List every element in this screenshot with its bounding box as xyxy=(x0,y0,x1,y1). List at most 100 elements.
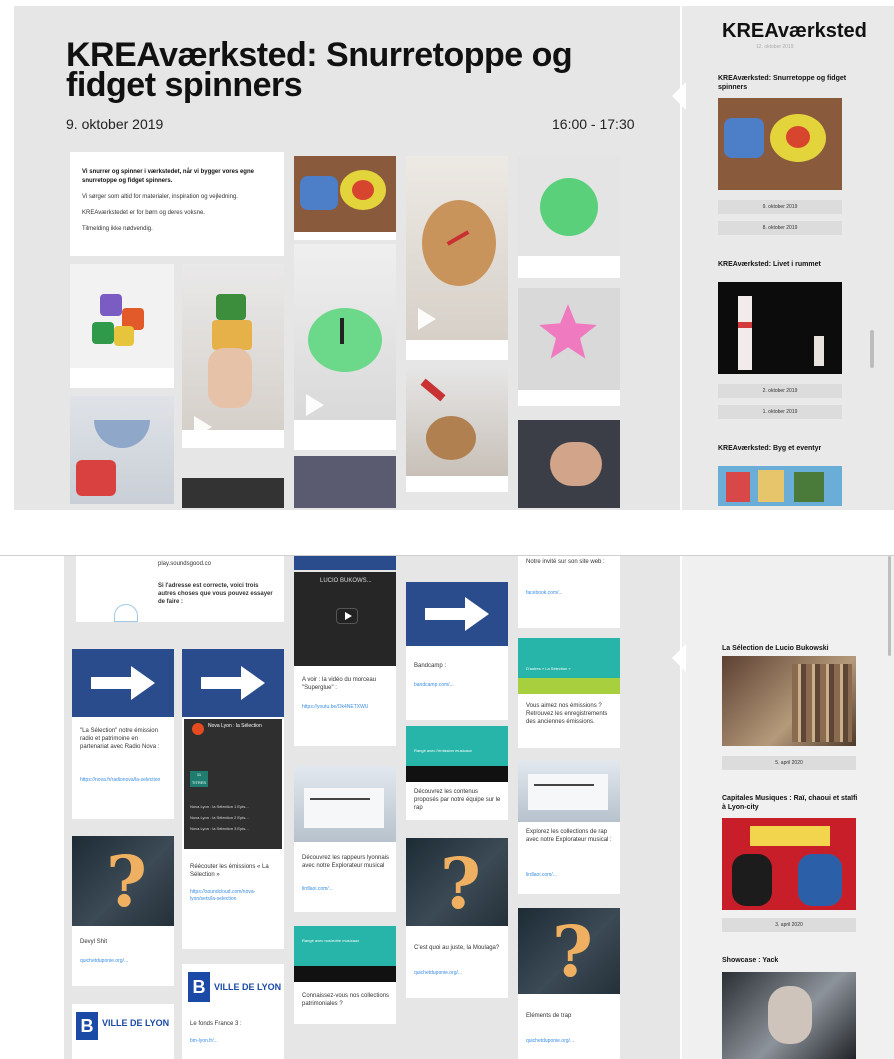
explore-card[interactable]: Explorez les collections de rap avec not… xyxy=(518,760,620,894)
card-link[interactable]: https://nova.fr/radionova/la-selection xyxy=(80,777,168,784)
player-title: Nova Lyon : la Sélection xyxy=(208,723,262,729)
card-link[interactable]: quichetduponie.org/... xyxy=(80,958,168,965)
video-card[interactable]: LUCIO BUKOWS... A voir : la vidéo du mor… xyxy=(294,572,396,746)
link-card[interactable]: ? Eléments de trap quichetduponie.org/..… xyxy=(518,908,620,1059)
card-link[interactable]: facebook.com/... xyxy=(526,590,614,597)
sidebar-date-button[interactable]: 9. oktober 2019 xyxy=(718,200,842,214)
photo-card[interactable] xyxy=(518,420,620,508)
spinning-top-photo xyxy=(294,156,396,232)
sidebar-item-title[interactable]: La Sélection de Lucio Bukowski xyxy=(722,644,862,653)
card-link[interactable]: https://soundcloud.com/nova-lyon/sets/la… xyxy=(190,889,278,903)
card-link[interactable]: quichetduponie.org/... xyxy=(414,970,502,977)
sidebar-item-title[interactable]: Showcase : Yack xyxy=(722,956,862,965)
sidebar-date-button[interactable]: 1. oktober 2019 xyxy=(718,405,842,419)
sidebar-date-button[interactable]: 3. april 2020 xyxy=(722,918,856,932)
sidebar-date-button[interactable]: 8. oktober 2019 xyxy=(718,221,842,235)
sidebar-item-thumbnail[interactable] xyxy=(718,282,842,374)
card-link[interactable]: bm-lyon.fr/... xyxy=(190,1038,278,1045)
card-text: Le fonds France 3 : xyxy=(190,1021,242,1027)
link-card[interactable]: Bandcamp : bandcamp.com/... xyxy=(406,582,508,720)
card-link[interactable]: lirdlaoi.com/... xyxy=(302,886,390,893)
sidebar-scrollbar[interactable] xyxy=(888,556,891,656)
arrow-right-icon xyxy=(425,597,489,631)
arrow-image xyxy=(72,649,174,717)
sidebar-brand[interactable]: KREAværksted xyxy=(722,20,867,43)
link-card[interactable]: ? C'est quoi au juste, la Moulaga? quich… xyxy=(406,838,508,998)
soundcloud-player[interactable]: Nova Lyon : la Sélection 11 TITRES Nova … xyxy=(184,719,282,849)
green-strip xyxy=(518,678,620,694)
photo-card[interactable] xyxy=(406,366,508,492)
sidebar-pointer xyxy=(672,644,686,672)
card-text: Explorez les collections de rap avec not… xyxy=(526,829,612,843)
video-card[interactable] xyxy=(294,244,396,450)
photo-card[interactable] xyxy=(518,156,620,278)
video-card[interactable] xyxy=(182,264,284,448)
youtube-video[interactable]: LUCIO BUKOWS... xyxy=(294,572,396,666)
playlist-item[interactable]: Nova Lyon : la Sélection 1 Epis... xyxy=(190,801,278,812)
sidebar-item-thumbnail[interactable] xyxy=(718,98,842,190)
video-card[interactable] xyxy=(406,156,508,360)
banner-card[interactable]: D'autres « La Sélection » Vous aimez nos… xyxy=(518,638,620,748)
banner-card[interactable]: Rangé avec nos/notre musicaux Connaissez… xyxy=(294,926,396,1024)
sidebar-item-thumbnail[interactable] xyxy=(722,972,856,1059)
photo-card[interactable] xyxy=(294,156,396,240)
play-icon[interactable] xyxy=(306,394,324,416)
explorer-screen-image xyxy=(518,760,620,822)
event-time: 16:00 - 17:30 xyxy=(552,116,635,132)
playlist-item[interactable]: Nova Lyon : la Sélection 3 Epis... xyxy=(190,823,278,834)
sidebar-item-thumbnail[interactable] xyxy=(722,656,856,746)
sidebar-item-thumbnail[interactable] xyxy=(722,818,856,910)
card-text: "La Sélection" notre émission radio et p… xyxy=(80,728,160,750)
la-selection-page: play.soundsgood.co Si l'adresse est corr… xyxy=(0,555,894,1059)
logo-text: VILLE DE LYON xyxy=(214,982,282,992)
card-text: Vous aimez nos émissions ? Retrouvez les… xyxy=(526,703,608,725)
sidebar-item-thumbnail[interactable] xyxy=(718,466,842,506)
photo-card[interactable] xyxy=(70,396,174,504)
sidebar-date-button[interactable]: 5. april 2020 xyxy=(722,756,856,770)
photo-card[interactable] xyxy=(70,264,174,388)
play-icon[interactable] xyxy=(418,308,436,330)
arrow-image[interactable] xyxy=(294,556,396,570)
page-title: KREAværksted: Snurretoppe og fidget spin… xyxy=(66,36,573,104)
photo-card[interactable] xyxy=(294,456,396,508)
sidebar-item-title[interactable]: KREAværksted: Byg et eventyr xyxy=(718,444,828,453)
sidebar-scrollbar[interactable] xyxy=(870,330,874,368)
photo-card[interactable] xyxy=(518,288,620,406)
question-mark-image: ? xyxy=(406,838,508,926)
card-link[interactable]: quichetduponie.org/... xyxy=(526,1038,614,1045)
sidebar-item-title[interactable]: KREAværksted: Snurretoppe og fidget spin… xyxy=(718,74,848,92)
sidebar-item-title[interactable]: KREAværksted: Livet i rummet xyxy=(718,260,828,269)
sidebar-date-button[interactable]: 2. oktober 2019 xyxy=(718,384,842,398)
link-card[interactable]: "La Sélection" notre émission radio et p… xyxy=(72,649,174,819)
arrow-image xyxy=(406,582,508,646)
link-card[interactable]: Notre invité sur son site web : facebook… xyxy=(518,556,620,628)
play-icon[interactable] xyxy=(192,723,204,735)
logo-text: VILLE DE LYON xyxy=(102,1018,170,1028)
playlist-item[interactable]: Nova Lyon : la Sélection 2 Epis... xyxy=(190,812,278,823)
arrow-image xyxy=(182,649,284,717)
teal-banner: Rangé avec nos/notre musicaux xyxy=(294,926,396,966)
link-card[interactable]: B VILLE DE LYON Le fonds France 3 : bm-l… xyxy=(182,964,284,1059)
banner-card[interactable]: Rangé avec l'émission musicaux Découvrez… xyxy=(406,726,508,820)
youtube-play-icon[interactable] xyxy=(336,608,358,624)
card-text: Devyl Shit xyxy=(80,939,108,945)
card-text: Connaissez-vous nos collections patrimon… xyxy=(302,993,390,1007)
painted-disc-video xyxy=(406,156,508,340)
explore-card[interactable]: Découvrez les rappeurs lyonnais avec not… xyxy=(294,766,396,912)
event-date: 9. oktober 2019 xyxy=(66,116,164,132)
ville-de-lyon-logo[interactable]: B VILLE DE LYON xyxy=(72,1004,174,1059)
card-text: Eléments de trap xyxy=(526,1013,572,1019)
hexagon-beads-photo xyxy=(70,264,174,368)
card-link[interactable]: bandcamp.com/... xyxy=(414,682,502,689)
teal-banner: Rangé avec l'émission musicaux xyxy=(406,726,508,766)
card-link[interactable]: lirdlaoi.com/... xyxy=(526,872,614,879)
card-link[interactable]: https://youtu.be/Ok4NETXWU xyxy=(302,704,390,711)
question-mark-image: ? xyxy=(518,908,620,994)
play-icon[interactable] xyxy=(194,416,212,438)
photo-card[interactable] xyxy=(182,478,284,508)
player-badge: 11 TITRES xyxy=(190,771,208,787)
question-mark-icon: ? xyxy=(106,840,148,923)
sidebar-item-title[interactable]: Capitales Musiques : Raï, chaoui et staï… xyxy=(722,794,862,812)
link-card[interactable]: ? Devyl Shit quichetduponie.org/... xyxy=(72,836,174,986)
soundcloud-card[interactable]: Nova Lyon : la Sélection 11 TITRES Nova … xyxy=(182,649,284,949)
